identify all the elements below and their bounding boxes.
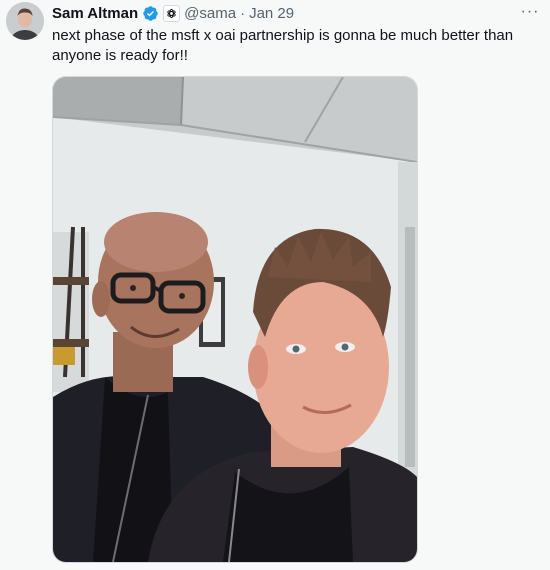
tweet-text: next phase of the msft x oai partnership… — [52, 27, 514, 64]
openai-logo-icon[interactable] — [163, 4, 181, 22]
verified-badge-icon — [142, 5, 159, 22]
author-name[interactable]: Sam Altman — [52, 5, 138, 22]
selfie-photo-image — [53, 77, 417, 562]
tweet-date[interactable]: Jan 29 — [249, 5, 294, 22]
tweet-card: Sam Altman @sama · Jan 29 ··· next phase… — [0, 0, 550, 570]
author-handle[interactable]: @sama — [184, 5, 236, 22]
more-options-icon[interactable]: ··· — [518, 2, 542, 22]
avatar-image — [6, 2, 44, 40]
tweet-header: Sam Altman @sama · Jan 29 — [52, 3, 294, 23]
header-separator: · — [240, 4, 246, 22]
tweet-photo[interactable] — [52, 76, 418, 563]
author-avatar[interactable] — [6, 2, 44, 40]
